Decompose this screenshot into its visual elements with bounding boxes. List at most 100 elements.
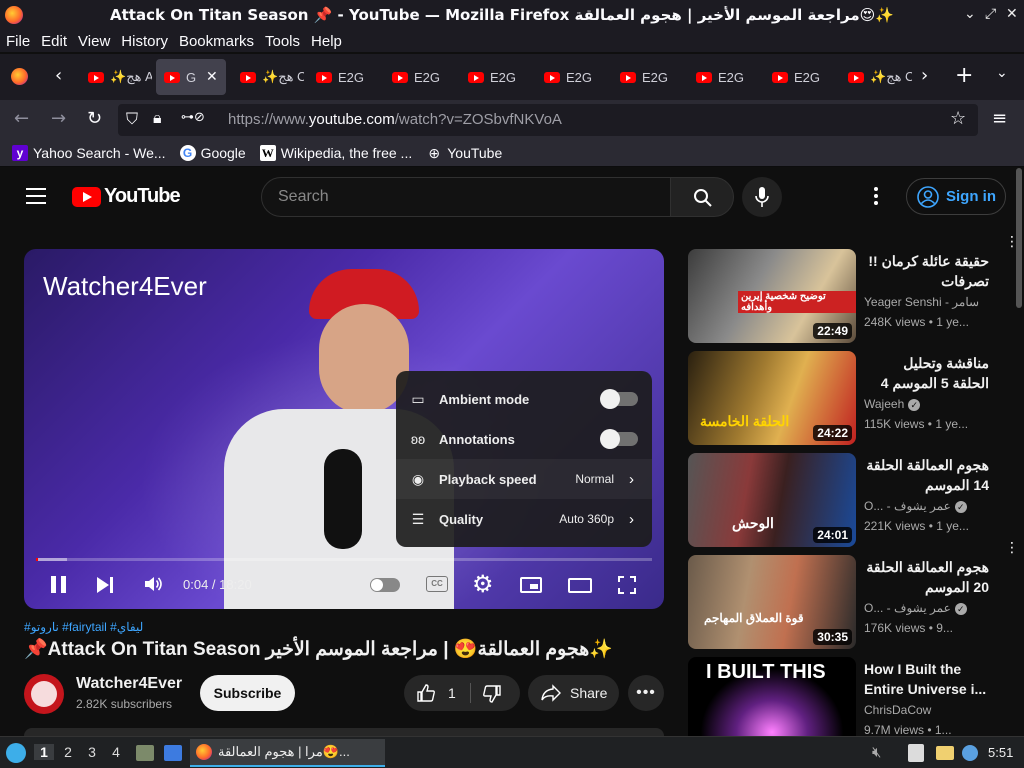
tab[interactable]: E2G: [384, 59, 456, 95]
menu-edit[interactable]: Edit: [41, 33, 67, 50]
new-tab-icon[interactable]: +: [955, 63, 973, 88]
autoplay-toggle[interactable]: [370, 578, 400, 592]
volume-icon[interactable]: [143, 574, 163, 594]
recommended-video[interactable]: قوة العملاق المهاجم 30:35 هجوم العمالقة …: [688, 555, 1018, 651]
tab[interactable]: E2G: [764, 59, 836, 95]
guide-menu-icon[interactable]: [26, 188, 46, 204]
minimize-icon[interactable]: ⌄: [964, 6, 976, 22]
forward-icon[interactable]: →: [51, 108, 66, 129]
tab-close-icon[interactable]: ✕: [206, 69, 218, 85]
workspace-1[interactable]: 1: [34, 744, 54, 760]
workspace-3[interactable]: 3: [82, 744, 102, 760]
permissions-icon[interactable]: ⊶⊘: [181, 110, 205, 125]
tab-scroll-left-icon[interactable]: ‹: [55, 65, 62, 86]
settings-quality[interactable]: ☰ Quality Auto 360p ›: [396, 499, 652, 539]
workspace-2[interactable]: 2: [58, 744, 78, 760]
fullscreen-icon[interactable]: [617, 575, 637, 595]
url-bar[interactable]: ⛉ 🔒︎ ⊶⊘ https://www.youtube.com/watch?v=…: [118, 104, 978, 136]
more-actions-button[interactable]: •••: [628, 675, 664, 711]
search-input[interactable]: Search: [261, 177, 671, 217]
thumbs-down-icon[interactable]: [482, 684, 502, 704]
back-icon[interactable]: ←: [14, 108, 29, 129]
tab[interactable]: ✨هج CKED: [840, 59, 912, 95]
tab[interactable]: E2G: [688, 59, 760, 95]
search-button[interactable]: [670, 177, 734, 217]
notifications-icon[interactable]: [962, 745, 978, 761]
tab[interactable]: ✨هج CKED: [232, 59, 304, 95]
app-menu-icon[interactable]: ≡: [992, 108, 1007, 129]
tab[interactable]: ✨هج AYING: [80, 59, 152, 95]
tab[interactable]: E2G: [536, 59, 608, 95]
menu-help[interactable]: Help: [311, 33, 342, 50]
workspace-4[interactable]: 4: [106, 744, 126, 760]
bookmark-yahoo[interactable]: y Yahoo Search - We...: [12, 145, 166, 161]
description-box[interactable]: [24, 728, 664, 736]
close-icon[interactable]: ✕: [1006, 6, 1018, 22]
annotations-toggle[interactable]: [600, 429, 638, 449]
maximize-icon[interactable]: ⤢: [985, 6, 996, 22]
reload-icon[interactable]: ↻: [87, 108, 102, 129]
ambient-mode-toggle[interactable]: [600, 389, 638, 409]
next-video-icon[interactable]: [97, 577, 115, 593]
video-thumbnail[interactable]: توضيح شخصية إيرين وأهدافه 22:49: [688, 249, 856, 343]
share-button[interactable]: Share: [528, 675, 619, 711]
lock-icon[interactable]: 🔒︎: [153, 108, 162, 128]
video-hashtags[interactable]: #ناروتو #fairytail #ليفاي: [24, 620, 143, 634]
video-thumbnail[interactable]: الحلقة الخامسة 24:22: [688, 351, 856, 445]
menu-tools[interactable]: Tools: [265, 33, 300, 50]
shield-icon[interactable]: ⛉: [126, 109, 138, 129]
app-launcher-icon[interactable]: [6, 743, 26, 763]
more-actions-icon[interactable]: ⋮: [1005, 540, 1019, 556]
youtube-logo[interactable]: YouTube: [72, 185, 181, 208]
tab[interactable]: E2G: [612, 59, 684, 95]
desktop-icon[interactable]: [164, 745, 182, 761]
video-thumbnail[interactable]: الوحش 24:01: [688, 453, 856, 547]
menu-view[interactable]: View: [78, 33, 110, 50]
video-thumbnail[interactable]: I BUILT THIS: [688, 657, 856, 736]
settings-annotations[interactable]: ʚʚ Annotations: [396, 419, 652, 459]
menu-bookmarks[interactable]: Bookmarks: [179, 33, 254, 50]
video-thumbnail[interactable]: قوة العملاق المهاجم 30:35: [688, 555, 856, 649]
settings-playback-speed[interactable]: ◉ Playback speed Normal ›: [396, 459, 652, 499]
sign-in-button[interactable]: Sign in: [906, 178, 1006, 215]
recommended-video[interactable]: الحلقة الخامسة 24:22 مناقشة وتحليل الحلق…: [688, 351, 1018, 447]
bookmark-youtube[interactable]: ⊕ YouTube: [426, 145, 502, 162]
recommended-video[interactable]: I BUILT THIS How I Built the Entire Univ…: [688, 657, 1018, 736]
settings-gear-icon[interactable]: ⚙: [472, 570, 494, 598]
recommended-video[interactable]: الوحش 24:01 هجوم العمالقة الحلقة 14 المو…: [688, 453, 1018, 549]
subscribe-button[interactable]: Subscribe: [200, 675, 295, 711]
folder-icon[interactable]: [936, 746, 954, 760]
bookmark-star-icon[interactable]: ☆: [950, 108, 966, 129]
tab[interactable]: E2G: [308, 59, 380, 95]
taskbar-window-firefox[interactable]: مرا | هجوم العمالقة😍...: [190, 739, 385, 767]
video-player[interactable]: Watcher4Ever ▭ Ambient mode ʚʚ Annotatio…: [24, 249, 664, 609]
miniplayer-icon[interactable]: [520, 577, 542, 593]
mute-icon[interactable]: 🔇︎: [872, 743, 881, 761]
tab-scroll-right-icon[interactable]: ›: [921, 65, 928, 86]
url-text[interactable]: https://www.youtube.com/watch?v=ZOSbvfNK…: [228, 111, 562, 128]
tab-active[interactable]: G ✕: [156, 59, 226, 95]
firefox-view-icon[interactable]: [11, 68, 28, 85]
pause-icon[interactable]: [51, 576, 67, 593]
clipboard-icon[interactable]: [908, 744, 924, 762]
channel-name[interactable]: Watcher4Ever: [76, 675, 182, 693]
captions-icon[interactable]: CC: [426, 576, 448, 592]
like-button[interactable]: 1: [404, 675, 470, 711]
tab-bar: ‹ ✨هج AYING G✕ ✨هج CKED E2G E2G E2G E2G …: [0, 54, 1024, 100]
theater-mode-icon[interactable]: [568, 578, 592, 593]
channel-avatar[interactable]: [24, 674, 64, 714]
bookmark-wikipedia[interactable]: W Wikipedia, the free ...: [259, 145, 412, 161]
list-all-tabs-icon[interactable]: ⌄: [996, 65, 1008, 81]
bookmark-google[interactable]: G Google: [179, 145, 246, 161]
progress-bar[interactable]: [36, 558, 652, 561]
menu-history[interactable]: History: [121, 33, 168, 50]
voice-search-button[interactable]: [742, 177, 782, 217]
tab[interactable]: E2G: [460, 59, 532, 95]
file-manager-icon[interactable]: [136, 745, 154, 761]
recommended-video[interactable]: توضيح شخصية إيرين وأهدافه 22:49 حقيقة عا…: [688, 249, 1018, 345]
menu-file[interactable]: File: [6, 33, 30, 50]
more-actions-icon[interactable]: ⋮: [1005, 234, 1019, 250]
more-options-icon[interactable]: [874, 187, 878, 205]
taskbar: 1 2 3 4 مرا | هجوم العمالقة😍... 🔇︎ 5:51: [0, 736, 1024, 768]
settings-ambient-mode[interactable]: ▭ Ambient mode: [396, 379, 652, 419]
